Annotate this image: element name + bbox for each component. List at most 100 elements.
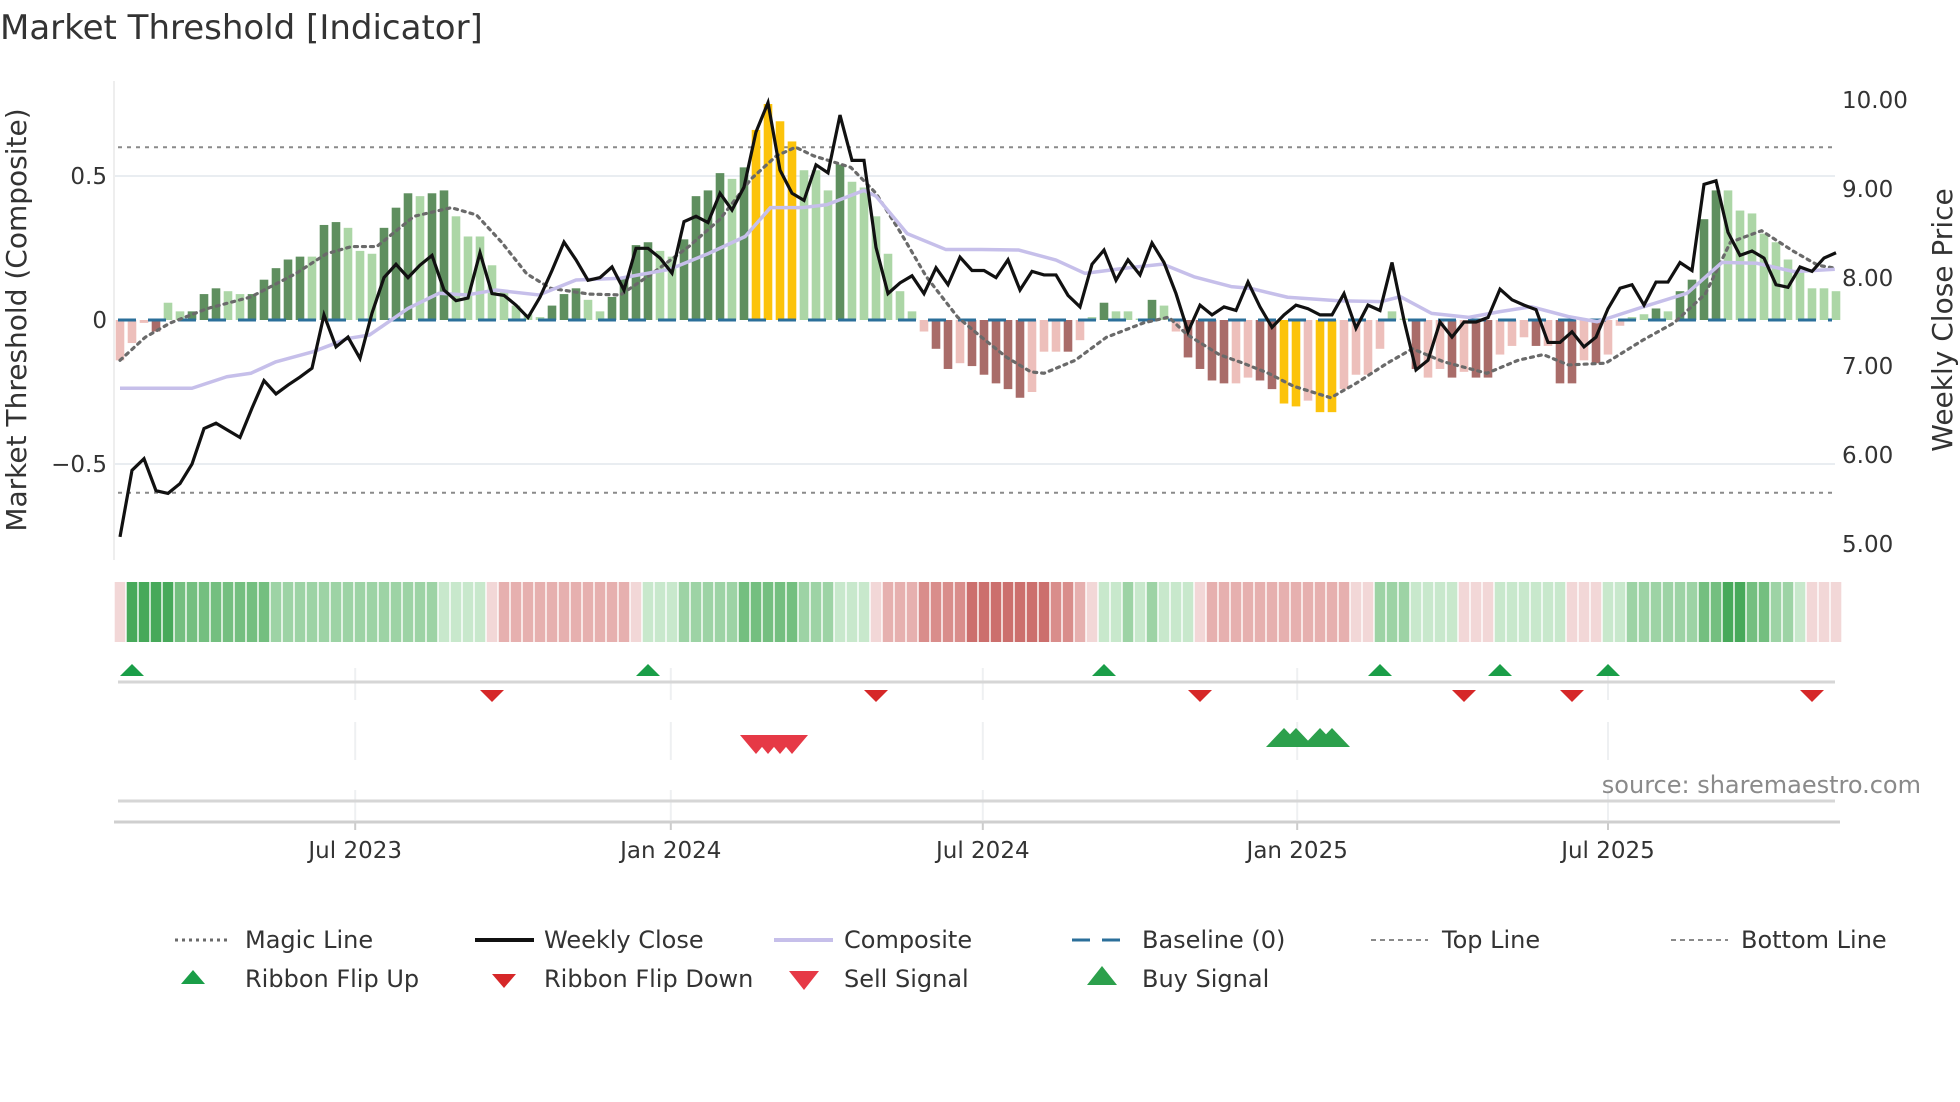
market-threshold-chart: Market Threshold [Indicator] Market Thre…: [0, 8, 1959, 993]
x-tick-label: Jan 2024: [618, 838, 721, 864]
ribbon-cell: [162, 582, 174, 642]
composite-bar: [1711, 190, 1721, 320]
composite-bar: [1831, 291, 1841, 320]
composite-bar: [319, 224, 329, 320]
composite-bar: [1447, 320, 1457, 378]
ribbon-flip-up-marker: [120, 664, 144, 676]
ribbon-cell: [1194, 582, 1206, 642]
ribbon-cell: [918, 582, 930, 642]
ribbon-cell: [906, 582, 918, 642]
ribbon-cell: [1026, 582, 1038, 642]
composite-bar: [979, 320, 989, 375]
ribbon-cell: [1794, 582, 1806, 642]
composite-bar: [1063, 320, 1073, 352]
ribbon-cell: [1062, 582, 1074, 642]
ribbon-cell: [570, 582, 582, 642]
ribbon-cell: [1782, 582, 1794, 642]
ribbon-cell: [1158, 582, 1170, 642]
ribbon-cell: [738, 582, 750, 642]
ribbon-cell: [390, 582, 402, 642]
ribbon-cell: [1230, 582, 1242, 642]
composite-bar: [1519, 320, 1529, 338]
ribbon-cell: [1170, 582, 1182, 642]
composite-bar: [1291, 320, 1301, 407]
x-tick-label: Jan 2025: [1245, 838, 1348, 864]
composite-bar: [463, 236, 473, 320]
composite-bar: [1747, 213, 1757, 320]
ribbon-cell: [1530, 582, 1542, 642]
ribbon-cell: [174, 582, 186, 642]
composite-bar: [643, 242, 653, 320]
ribbon-cell: [1098, 582, 1110, 642]
ribbon-cell: [186, 582, 198, 642]
ribbon-cell: [1350, 582, 1362, 642]
ribbon-cell: [1014, 582, 1026, 642]
legend-sell-signal-icon: [789, 971, 819, 990]
ribbon-cell: [1050, 582, 1062, 642]
left-axis-label: Market Threshold (Composite): [0, 108, 33, 531]
y-right-tick-label: 6.00: [1842, 443, 1893, 469]
composite-bar: [847, 181, 857, 320]
composite-bar: [1375, 320, 1385, 349]
ribbon-cell: [270, 582, 282, 642]
legend-label: Ribbon Flip Up: [245, 965, 419, 993]
ribbon-cell: [378, 582, 390, 642]
legend-label: Ribbon Flip Down: [544, 965, 753, 993]
ribbon-flip-up-marker: [1368, 664, 1392, 676]
ribbon-cell: [1614, 582, 1626, 642]
composite-bar: [835, 164, 845, 320]
ribbon-cell: [1038, 582, 1050, 642]
composite-bar: [1339, 320, 1349, 390]
composite-bar: [355, 250, 365, 320]
ribbon-cell: [990, 582, 1002, 642]
ribbon-cell: [438, 582, 450, 642]
ribbon-cell: [1518, 582, 1530, 642]
composite-bar: [1507, 320, 1517, 346]
composite-bar: [307, 256, 317, 320]
composite-bar: [1363, 320, 1373, 375]
composite-bar: [295, 256, 305, 320]
ribbon-flip-down-marker: [480, 690, 504, 702]
composite-bar: [955, 320, 965, 364]
ribbon-flip-down-marker: [1560, 690, 1584, 702]
composite-bar: [583, 299, 593, 320]
composite-bar: [1579, 320, 1589, 361]
ribbon-cell: [1626, 582, 1638, 642]
ribbon-cell: [222, 582, 234, 642]
x-tick-label: Jul 2025: [1559, 838, 1655, 864]
ribbon-flip-up-marker: [1596, 664, 1620, 676]
composite-bar: [859, 187, 869, 320]
composite-bar: [1483, 320, 1493, 378]
composite-bar: [223, 291, 233, 320]
ribbon-cell: [198, 582, 210, 642]
ribbon-cell: [318, 582, 330, 642]
ribbon-cell: [210, 582, 222, 642]
ribbon-cell: [1086, 582, 1098, 642]
composite-bar: [1243, 320, 1253, 378]
ribbon-flip-down-marker: [864, 690, 888, 702]
y-right-tick-label: 10.00: [1842, 88, 1908, 114]
ribbon-cell: [822, 582, 834, 642]
ribbon-cell: [462, 582, 474, 642]
ribbon-cell: [1182, 582, 1194, 642]
y-right-tick-label: 9.00: [1842, 177, 1893, 203]
ribbon-cell: [1410, 582, 1422, 642]
composite-bar: [343, 227, 353, 320]
ribbon-cell: [1506, 582, 1518, 642]
ribbon-cell: [978, 582, 990, 642]
ribbon-cell: [666, 582, 678, 642]
composite-bar: [1567, 320, 1577, 384]
ribbon-cell: [1146, 582, 1158, 642]
composite-bar: [1267, 320, 1277, 390]
ribbon-cell: [1494, 582, 1506, 642]
composite-bar: [1003, 320, 1013, 390]
ribbon-cell: [534, 582, 546, 642]
ribbon-cell: [354, 582, 366, 642]
ribbon-cell: [1074, 582, 1086, 642]
ribbon-cell: [1398, 582, 1410, 642]
ribbon-cell: [402, 582, 414, 642]
ribbon-cell: [1374, 582, 1386, 642]
ribbon-cell: [1698, 582, 1710, 642]
ribbon-flip-up-marker: [1488, 664, 1512, 676]
ribbon-cell: [1722, 582, 1734, 642]
